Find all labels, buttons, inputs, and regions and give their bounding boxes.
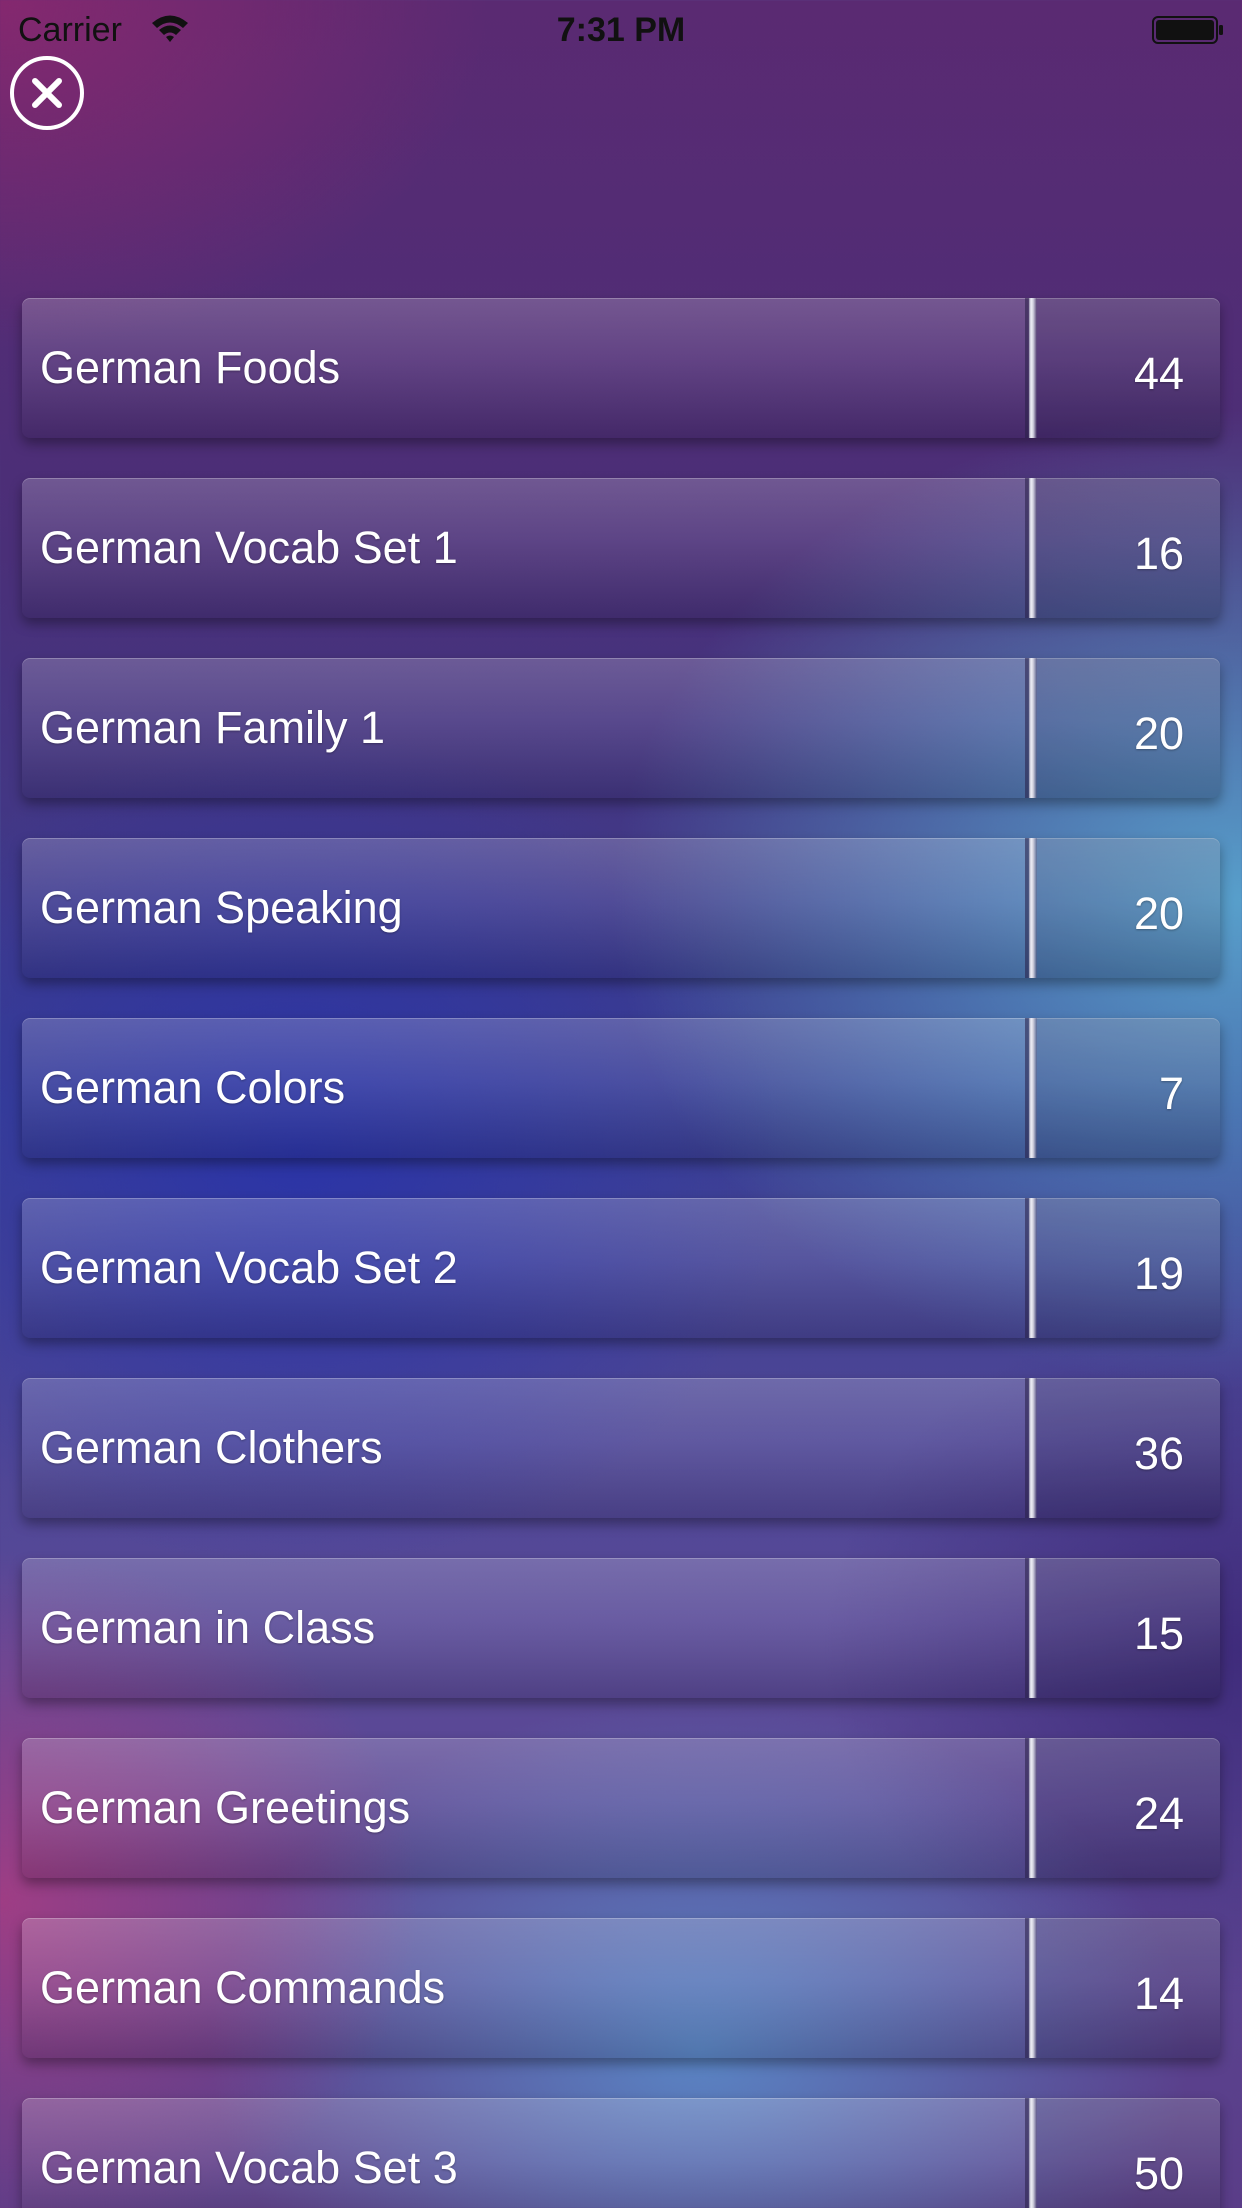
deck-count-cell: 7 (1037, 1018, 1220, 1158)
deck-count: 44 (1133, 348, 1184, 399)
deck-title: German Vocab Set 1 (40, 522, 458, 573)
deck-divider (1025, 1198, 1037, 1338)
status-bar: Carrier 7:31 PM (0, 0, 1242, 60)
deck-divider (1025, 1018, 1037, 1158)
deck-count-cell: 20 (1037, 658, 1220, 798)
deck-count: 50 (1133, 2148, 1184, 2199)
deck-count: 7 (1158, 1068, 1184, 1119)
deck-row-german-clothers[interactable]: German Clothers 36 (22, 1378, 1220, 1518)
deck-divider (1025, 298, 1037, 438)
deck-row-german-greetings[interactable]: German Greetings 24 (22, 1738, 1220, 1878)
deck-count-cell: 50 (1037, 2098, 1220, 2208)
deck-count-cell: 19 (1037, 1198, 1220, 1338)
deck-row-german-in-class[interactable]: German in Class 15 (22, 1558, 1220, 1698)
deck-divider (1025, 838, 1037, 978)
deck-divider (1025, 2098, 1037, 2208)
deck-count-cell: 36 (1037, 1378, 1220, 1518)
deck-row-german-foods[interactable]: German Foods 44 (22, 298, 1220, 438)
deck-count-cell: 14 (1037, 1918, 1220, 2058)
deck-title: German Family 1 (40, 702, 386, 753)
deck-divider (1025, 1918, 1037, 2058)
deck-count-cell: 20 (1037, 838, 1220, 978)
close-button[interactable] (8, 54, 86, 132)
deck-row-german-speaking[interactable]: German Speaking 20 (22, 838, 1220, 978)
deck-count-cell: 44 (1037, 298, 1220, 438)
deck-divider (1025, 1738, 1037, 1878)
deck-count: 15 (1133, 1608, 1184, 1659)
battery-icon (1152, 16, 1224, 44)
deck-count: 20 (1133, 888, 1184, 939)
deck-title: German Greetings (40, 1782, 411, 1833)
deck-list: German Foods 44 German Vocab Set 1 16 Ge… (22, 298, 1220, 2208)
deck-count: 14 (1133, 1968, 1184, 2019)
deck-count-cell: 24 (1037, 1738, 1220, 1878)
close-icon (10, 56, 84, 130)
deck-divider (1025, 1378, 1037, 1518)
deck-row-german-commands[interactable]: German Commands 14 (22, 1918, 1220, 2058)
deck-title: German Colors (40, 1062, 346, 1113)
deck-title: German in Class (40, 1602, 376, 1653)
deck-divider (1025, 478, 1037, 618)
deck-row-german-colors[interactable]: German Colors 7 (22, 1018, 1220, 1158)
deck-count: 24 (1133, 1788, 1184, 1839)
deck-title: German Commands (40, 1962, 446, 2013)
deck-title: German Speaking (40, 882, 403, 933)
deck-row-german-vocab-set-3[interactable]: German Vocab Set 3 50 (22, 2098, 1220, 2208)
deck-count-cell: 15 (1037, 1558, 1220, 1698)
deck-row-german-vocab-set-2[interactable]: German Vocab Set 2 19 (22, 1198, 1220, 1338)
deck-divider (1025, 658, 1037, 798)
deck-title: German Foods (40, 342, 341, 393)
deck-count-cell: 16 (1037, 478, 1220, 618)
deck-divider (1025, 1558, 1037, 1698)
deck-count: 20 (1133, 708, 1184, 759)
deck-count: 16 (1133, 528, 1184, 579)
deck-title: German Clothers (40, 1422, 383, 1473)
deck-count: 36 (1133, 1428, 1184, 1479)
deck-row-german-vocab-set-1[interactable]: German Vocab Set 1 16 (22, 478, 1220, 618)
deck-title: German Vocab Set 2 (40, 1242, 458, 1293)
deck-title: German Vocab Set 3 (40, 2142, 458, 2193)
status-time: 7:31 PM (556, 11, 686, 49)
deck-count: 19 (1133, 1248, 1184, 1299)
deck-row-german-family-1[interactable]: German Family 1 20 (22, 658, 1220, 798)
